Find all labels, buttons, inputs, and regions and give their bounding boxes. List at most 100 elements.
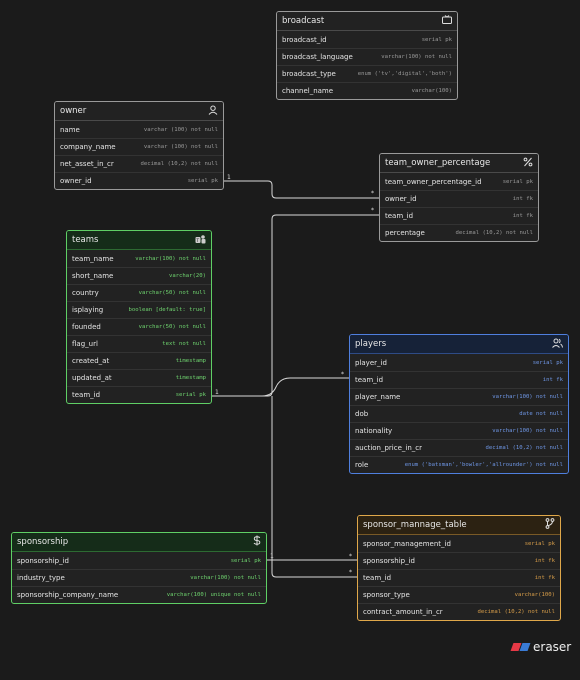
field-type: serial pk <box>524 540 555 547</box>
field-name: team_name <box>72 254 114 263</box>
field-row[interactable]: country varchar(50) not null <box>67 284 211 301</box>
entity-header[interactable]: owner <box>55 102 223 121</box>
cardinality-label: * <box>349 569 352 576</box>
field-list: sponsorship_id serial pk industry_type varc… <box>12 552 266 603</box>
field-row[interactable]: sponsorship_id serial pk <box>12 552 266 569</box>
branch-icon <box>545 518 555 532</box>
field-row[interactable]: team_id serial pk <box>67 386 211 403</box>
entity-header[interactable]: sponsorship <box>12 533 266 552</box>
field-row[interactable]: nationality varchar(100) not null <box>350 422 568 439</box>
field-type: varchar(100) not null <box>492 394 563 400</box>
cardinality-label: 1 <box>270 553 274 560</box>
field-row[interactable]: company_name varchar (100) not null <box>55 138 223 155</box>
field-row[interactable]: contract_amount_in_cr decimal (10,2) not … <box>358 603 560 620</box>
entity-title: owner <box>60 106 87 116</box>
field-row[interactable]: dob date not null <box>350 405 568 422</box>
field-row[interactable]: name varchar (100) not null <box>55 121 223 138</box>
field-row[interactable]: team_owner_percentage_id serial pk <box>380 173 538 190</box>
field-row[interactable]: founded varchar(50) not null <box>67 318 211 335</box>
field-list: name varchar (100) not null company_name va… <box>55 121 223 189</box>
field-row[interactable]: team_id int fk <box>380 207 538 224</box>
entity-title: broadcast <box>282 16 325 26</box>
field-type: date not null <box>519 411 563 417</box>
entity-team-owner-percentage[interactable]: team_owner_percentage team_owner_percenta… <box>379 153 539 242</box>
field-row[interactable]: role enum ('batsman','bowler','allrounder… <box>350 456 568 473</box>
field-list: sponsor_management_id serial pk sponsorshi… <box>358 535 560 620</box>
field-row[interactable]: sponsorship_id int fk <box>358 552 560 569</box>
field-name: broadcast_id <box>282 35 327 44</box>
field-name: name <box>60 125 80 134</box>
field-name: sponsor_management_id <box>363 539 451 548</box>
entity-sponsor-mannage-table[interactable]: sponsor_mannage_table sponsor_management_… <box>357 515 561 621</box>
field-row[interactable]: broadcast_type enum ('tv','digital','both… <box>277 65 457 82</box>
field-type: varchar(100) not null <box>492 428 563 434</box>
field-row[interactable]: team_id int fk <box>358 569 560 586</box>
field-name: dob <box>355 410 369 418</box>
cardinality-label: * <box>371 207 374 214</box>
field-row[interactable]: player_id serial pk <box>350 354 568 371</box>
users-icon <box>552 338 563 351</box>
field-row[interactable]: broadcast_language varchar(100) not null <box>277 48 457 65</box>
dollar-icon <box>253 535 261 549</box>
field-name: company_name <box>60 143 116 151</box>
field-type: varchar(100) unique not null <box>166 592 261 598</box>
field-name: team_id <box>363 574 392 582</box>
cardinality-label: 1 <box>227 174 231 181</box>
entity-title: sponsor_mannage_table <box>363 520 467 530</box>
field-name: short_name <box>72 272 114 280</box>
field-type: text not null <box>162 341 206 347</box>
field-row[interactable]: player_name varchar(100) not null <box>350 388 568 405</box>
field-row[interactable]: short_name varchar(20) <box>67 267 211 284</box>
field-row[interactable]: flag_url text not null <box>67 335 211 352</box>
field-row[interactable]: percentage decimal (10,2) not null <box>380 224 538 241</box>
field-type: int fk <box>542 377 563 383</box>
eraser-logo-text: eraser <box>533 640 572 654</box>
field-type: serial pk <box>187 178 218 184</box>
entity-title: players <box>355 339 387 349</box>
entity-header[interactable]: players <box>350 335 568 354</box>
field-type: timestamp <box>175 358 206 364</box>
field-type: serial pk <box>175 392 206 398</box>
field-row[interactable]: sponsorship_company_name varchar(100) uni… <box>12 586 266 603</box>
field-row[interactable]: industry_type varchar(100) not null <box>12 569 266 586</box>
field-row[interactable]: sponsor_management_id serial pk <box>358 535 560 552</box>
entity-sponsorship[interactable]: sponsorship sponsorship_id serial pk indust… <box>11 532 267 604</box>
field-row[interactable]: created_at timestamp <box>67 352 211 369</box>
field-row[interactable]: isplaying boolean [default: true] <box>67 301 211 318</box>
field-type: decimal (10,2) not null <box>477 609 555 615</box>
field-type: varchar (100) not null <box>143 144 218 150</box>
tv-icon <box>442 15 452 27</box>
relation-teams-sponsor-mannage <box>271 396 357 578</box>
field-row[interactable]: team_name varchar(100) not null <box>67 250 211 267</box>
entity-header[interactable]: sponsor_mannage_table <box>358 516 560 535</box>
entity-header[interactable]: teams T <box>67 231 211 250</box>
field-name: broadcast_type <box>282 70 336 78</box>
field-type: decimal (10,2) not null <box>455 230 533 236</box>
field-list: player_id serial pk team_id int fk player_na… <box>350 354 568 473</box>
field-type: decimal (10,2) not null <box>485 445 563 451</box>
field-row[interactable]: auction_price_in_cr decimal (10,2) not nu… <box>350 439 568 456</box>
field-row[interactable]: owner_id serial pk <box>55 172 223 189</box>
field-row[interactable]: net_asset_in_cr decimal (10,2) not null <box>55 155 223 172</box>
field-row[interactable]: broadcast_id serial pk <box>277 31 457 48</box>
field-row[interactable]: sponsor_type varchar(100) <box>358 586 560 603</box>
entity-broadcast[interactable]: broadcast broadcast_id serial pk broadcast_… <box>276 11 458 100</box>
cardinality-label: 1 <box>215 389 219 396</box>
svg-text:T: T <box>195 238 199 244</box>
field-row[interactable]: channel_name varchar(100) <box>277 82 457 99</box>
entity-header[interactable]: broadcast <box>277 12 457 31</box>
field-row[interactable]: updated_at timestamp <box>67 369 211 386</box>
relation-teams-players <box>212 377 349 397</box>
field-row[interactable]: owner_id int fk <box>380 190 538 207</box>
percent-icon <box>523 157 533 170</box>
field-name: channel_name <box>282 87 334 95</box>
entity-header[interactable]: team_owner_percentage <box>380 154 538 173</box>
field-name: role <box>355 461 369 469</box>
field-name: sponsorship_company_name <box>17 591 119 599</box>
entity-players[interactable]: players player_id serial pk team_id int fk pl… <box>349 334 569 474</box>
entity-teams[interactable]: teams Tteam_name varchar(100) not null shor… <box>66 230 212 404</box>
entity-owner[interactable]: owner name varchar (100) not null company_n… <box>54 101 224 190</box>
field-name: team_id <box>72 391 101 399</box>
field-type: int fk <box>534 558 555 564</box>
field-row[interactable]: team_id int fk <box>350 371 568 388</box>
